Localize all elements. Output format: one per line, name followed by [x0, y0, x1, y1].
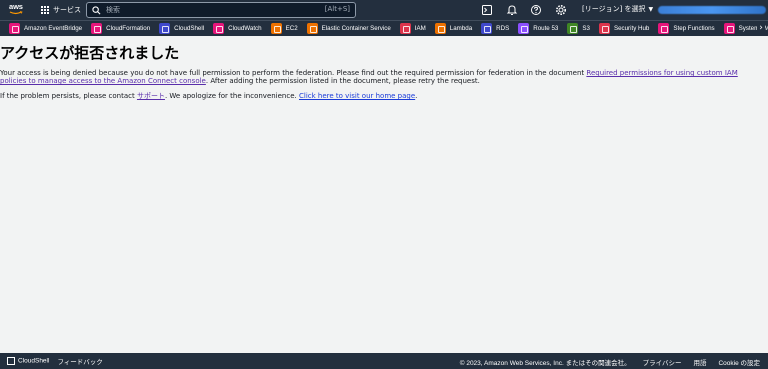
favorite-label: CloudWatch: [228, 25, 262, 32]
aws-smile-icon: [9, 11, 23, 15]
services-label: サービス: [53, 6, 81, 14]
account-menu[interactable]: [658, 6, 766, 14]
favorite-label: CloudShell: [174, 25, 205, 32]
favorite-label: Amazon EventBridge: [24, 25, 83, 32]
service-icon: [567, 23, 579, 34]
favorite-item[interactable]: Lambda: [434, 23, 473, 34]
favorite-item[interactable]: CloudFormation: [91, 23, 150, 34]
search-placeholder: 検索: [106, 6, 120, 14]
privacy-link[interactable]: プライバシー: [643, 357, 682, 367]
feedback-button[interactable]: フィードバック: [57, 356, 102, 366]
service-icon: [306, 23, 318, 34]
gear-icon[interactable]: [555, 4, 567, 16]
service-icon: [598, 23, 610, 34]
search-shortcut: [Alt+S]: [324, 5, 350, 13]
favorite-label: Route 53: [533, 25, 559, 32]
access-denied-message: Your access is being denied because you …: [0, 69, 738, 85]
service-icon: [399, 23, 411, 34]
favorite-item[interactable]: Route 53: [518, 23, 558, 34]
search-input[interactable]: 検索 [Alt+S]: [86, 2, 356, 18]
cloudshell-icon: [7, 357, 15, 365]
support-link[interactable]: サポート: [137, 92, 165, 100]
favorite-item[interactable]: S3: [567, 23, 590, 34]
favorite-item[interactable]: EC2: [270, 23, 298, 34]
favorite-item[interactable]: CloudWatch: [213, 23, 262, 34]
favorite-item[interactable]: CloudShell: [159, 23, 204, 34]
footer-cloudshell-button[interactable]: CloudShell: [7, 357, 49, 365]
favorite-label: Elastic Container Service: [321, 25, 391, 32]
top-navigation: aws サービス 検索 [Alt+S] [リージョン] を選択 ▼: [0, 0, 768, 20]
bell-icon[interactable]: [506, 4, 518, 16]
service-icon: [213, 23, 225, 34]
page-title: アクセスが拒否されました: [0, 44, 180, 62]
region-label: [リージョン] を選択: [582, 5, 646, 13]
service-icon: [723, 23, 735, 34]
service-icon: [518, 23, 530, 34]
favorite-label: RDS: [496, 25, 510, 32]
caret-down-icon: ▼: [648, 5, 654, 13]
cookie-settings-link[interactable]: Cookie の設定: [718, 357, 760, 367]
grid-icon: [41, 6, 49, 14]
region-selector[interactable]: [リージョン] を選択 ▼: [582, 4, 653, 14]
favorites-bar: Amazon EventBridge CloudFormation CloudShe…: [0, 20, 768, 36]
services-menu-button[interactable]: サービス: [41, 4, 81, 16]
favorite-item[interactable]: Step Functions: [658, 23, 715, 34]
favorite-label: Security Hub: [613, 25, 650, 32]
home-page-link[interactable]: Click here to visit our home page: [299, 92, 415, 100]
copyright: © 2023, Amazon Web Services, Inc. またはその関…: [459, 360, 631, 367]
favorite-item[interactable]: Elastic Container Service: [306, 23, 391, 34]
service-icon: [91, 23, 103, 34]
support-message: If the problem persists, please contact …: [0, 92, 418, 100]
service-icon: [658, 23, 670, 34]
aws-logo-text: aws: [9, 2, 23, 11]
favorite-label: IAM: [414, 25, 426, 32]
favorite-label: Step Functions: [673, 25, 715, 32]
chevron-right-icon[interactable]: ›: [757, 22, 765, 34]
aws-logo[interactable]: aws: [9, 3, 27, 17]
favorite-item[interactable]: IAM: [399, 23, 426, 34]
favorite-item[interactable]: Security Hub: [598, 23, 650, 34]
service-icon: [434, 23, 446, 34]
service-icon: [270, 23, 282, 34]
favorite-label: S3: [582, 25, 590, 32]
service-icon: [481, 23, 493, 34]
favorite-label: Lambda: [449, 25, 473, 32]
favorite-item[interactable]: RDS: [481, 23, 509, 34]
terms-link[interactable]: 用語: [693, 357, 706, 367]
footer: CloudShell フィードバック © 2023, Amazon Web Se…: [0, 353, 768, 369]
service-icon: [159, 23, 171, 34]
favorite-label: CloudFormation: [106, 25, 151, 32]
service-icon: [9, 23, 20, 34]
cloudshell-icon[interactable]: [481, 4, 493, 16]
help-icon[interactable]: [530, 4, 542, 16]
favorite-item[interactable]: Amazon EventBridge: [9, 23, 82, 34]
search-icon: [92, 6, 101, 15]
favorite-label: EC2: [285, 25, 298, 32]
